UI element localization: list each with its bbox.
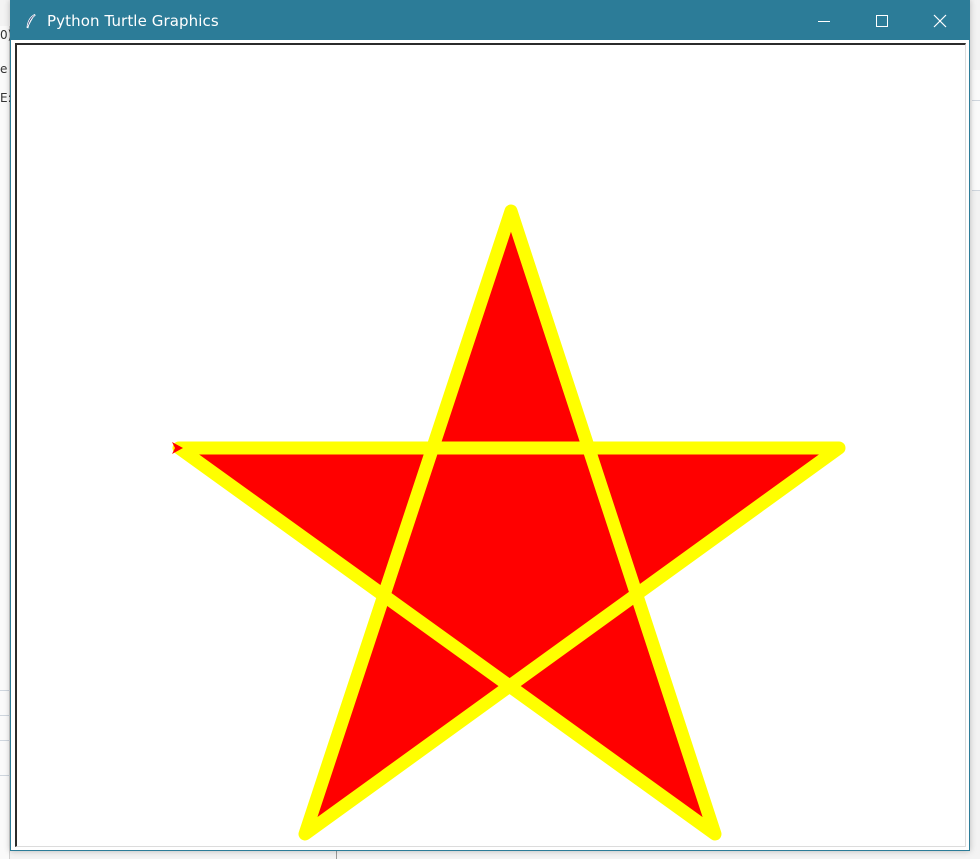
feather-icon	[23, 13, 39, 29]
red-star	[172, 204, 846, 841]
close-button[interactable]	[911, 1, 969, 40]
maximize-icon	[876, 14, 888, 27]
background-divider	[0, 715, 10, 716]
window-title: Python Turtle Graphics	[47, 11, 219, 30]
background-divider	[0, 690, 10, 691]
title-bar[interactable]: Python Turtle Graphics	[11, 1, 969, 40]
background-text-fragment: e	[0, 62, 8, 76]
background-divider	[0, 740, 10, 741]
turtle-canvas-frame	[15, 43, 966, 847]
background-divider	[0, 775, 10, 776]
close-icon	[933, 14, 947, 27]
background-text-fragment: 0)	[0, 28, 10, 42]
turtle-canvas[interactable]	[17, 45, 966, 847]
maximize-button[interactable]	[853, 1, 911, 40]
background-window-edge	[0, 26, 10, 859]
minimize-button[interactable]	[795, 1, 853, 40]
background-divider	[972, 190, 980, 191]
background-divider	[336, 851, 337, 859]
minimize-icon	[818, 20, 830, 22]
background-divider	[972, 100, 980, 101]
turtle-graphics-window: Python Turtle Graphics	[10, 0, 970, 851]
background-text-fragment: E:	[0, 91, 10, 105]
background-window-edge-right	[972, 70, 980, 190]
window-controls	[795, 1, 969, 40]
